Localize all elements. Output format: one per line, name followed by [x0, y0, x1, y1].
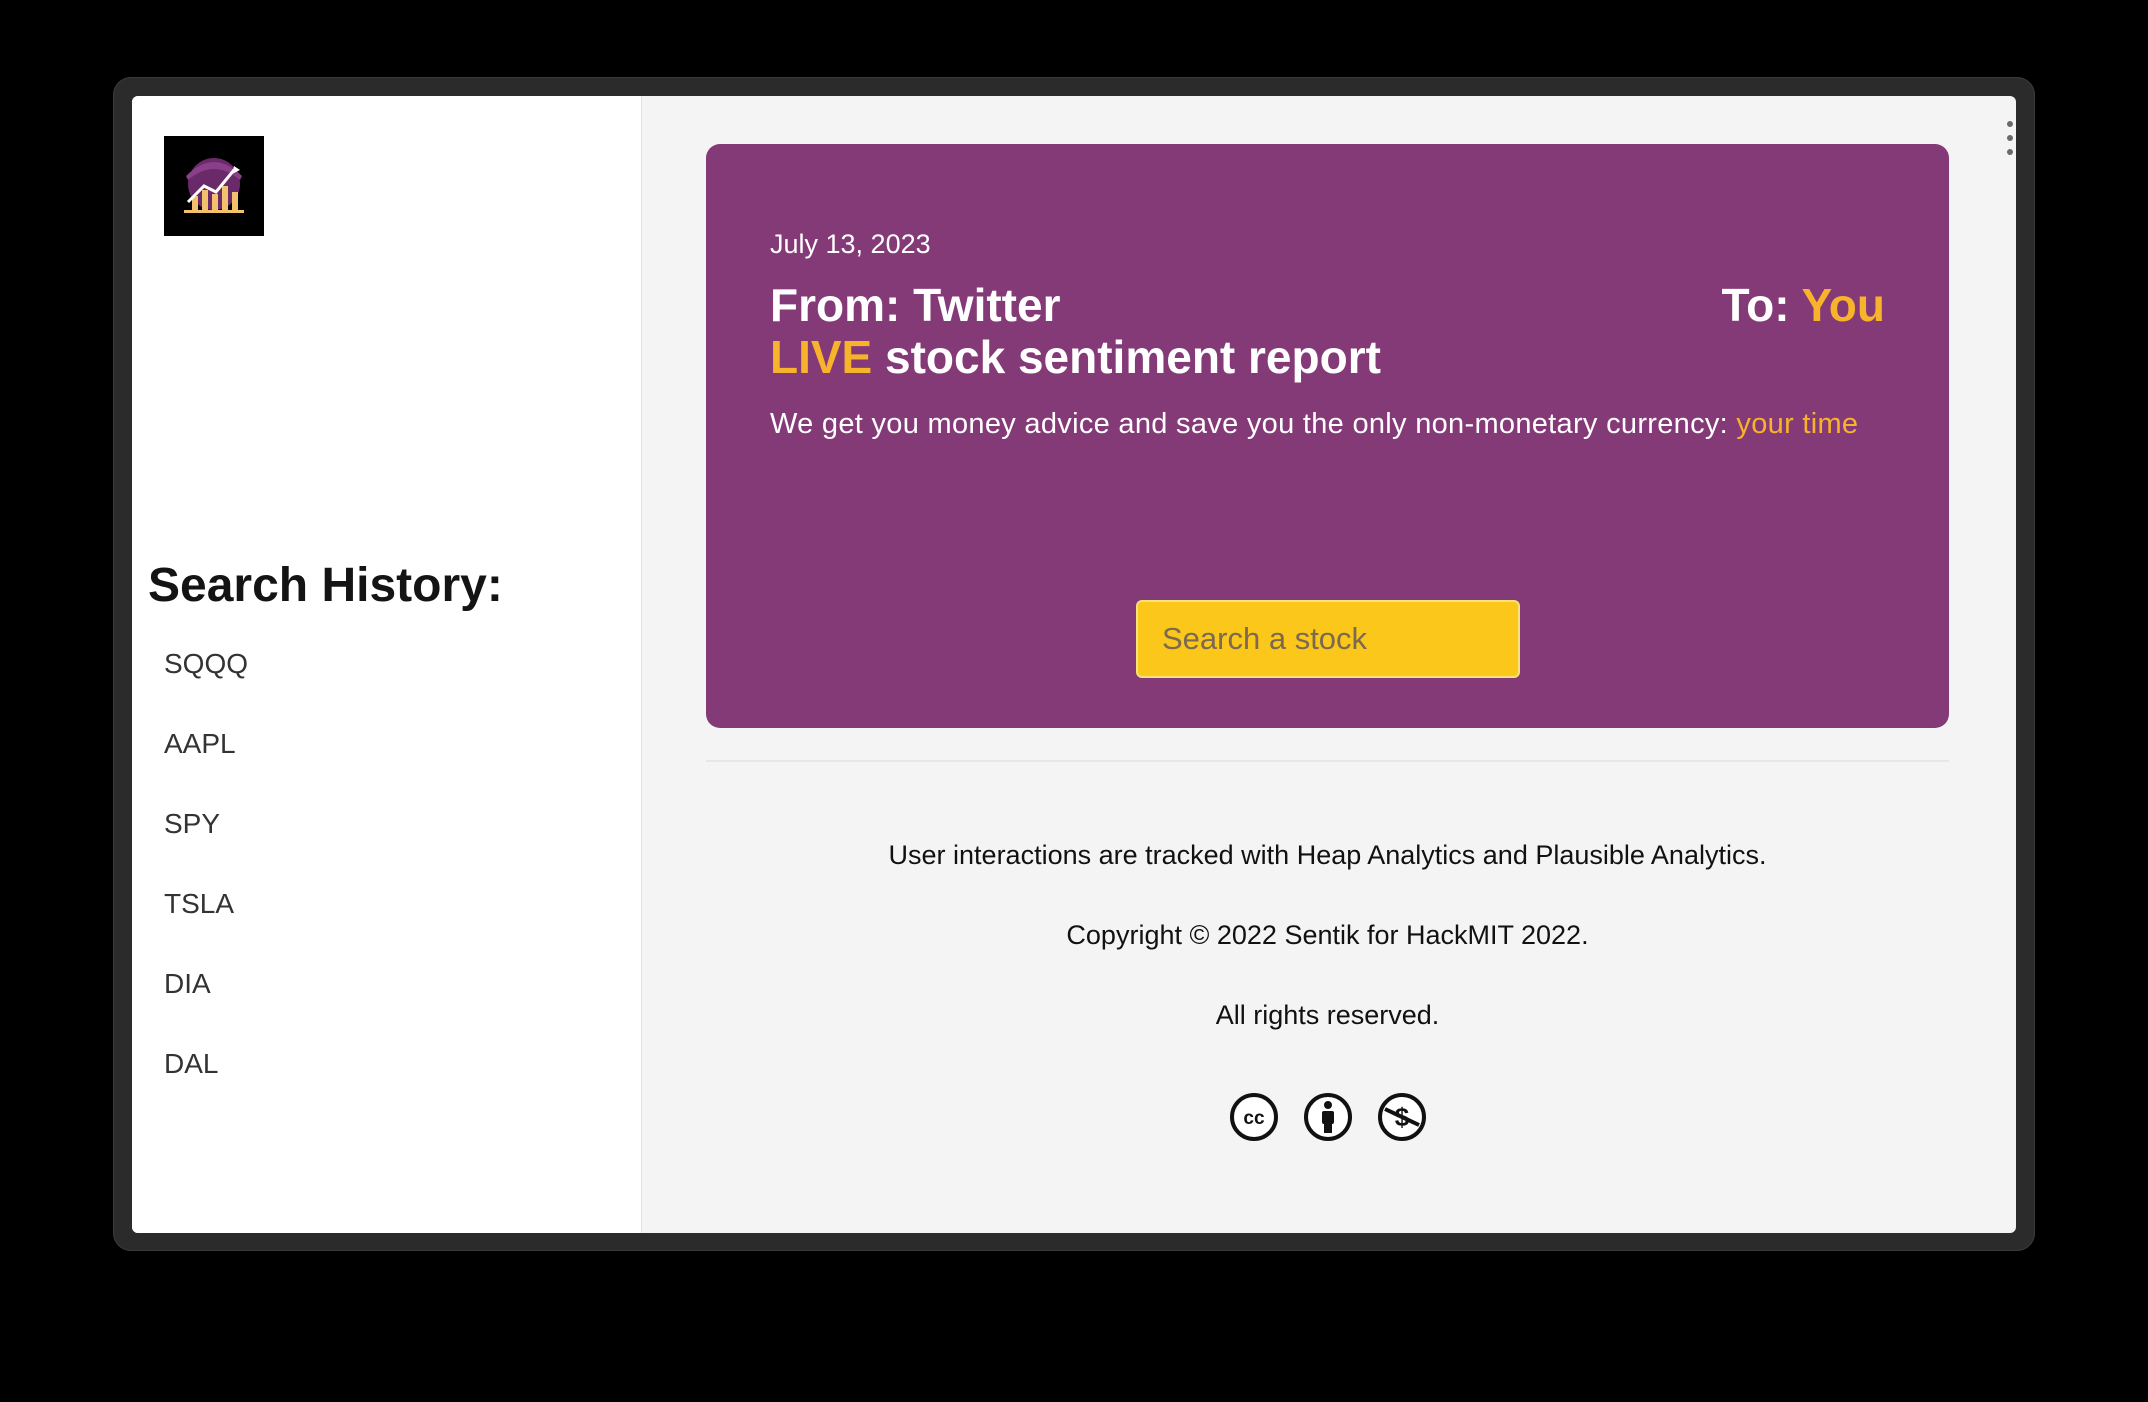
- tracking-notice: User interactions are tracked with Heap …: [888, 840, 1767, 870]
- stock-search-input[interactable]: [1136, 600, 1520, 678]
- history-item[interactable]: TSLA: [164, 884, 248, 964]
- search-history-title: Search History:: [148, 559, 503, 612]
- history-item[interactable]: DAL: [164, 1044, 248, 1124]
- scrollbar-handle[interactable]: [2006, 121, 2014, 155]
- cc-icon[interactable]: cc: [1229, 1092, 1279, 1142]
- copyright-text: Copyright © 2022 Sentik for HackMIT 2022…: [1066, 920, 1589, 950]
- app-window: Search History: SQQQ AAPL SPY TSLA DIA D…: [113, 77, 2035, 1251]
- history-item[interactable]: AAPL: [164, 724, 248, 804]
- report-title: LIVE stock sentiment report: [770, 330, 1381, 384]
- history-item[interactable]: DIA: [164, 964, 248, 1044]
- svg-text:cc: cc: [1243, 1108, 1265, 1129]
- tagline: We get you money advice and save you the…: [770, 408, 1858, 441]
- report-title-rest: stock sentiment report: [872, 331, 1381, 383]
- to-label: To: You: [1721, 278, 1885, 332]
- live-word: LIVE: [770, 331, 873, 383]
- noncommercial-icon[interactable]: $: [1377, 1092, 1427, 1142]
- rights-text: All rights reserved.: [1215, 1000, 1440, 1030]
- tagline-accent: your time: [1736, 408, 1859, 440]
- search-history-list: SQQQ AAPL SPY TSLA DIA DAL: [164, 644, 248, 1124]
- main-content: July 13, 2023 From: Twitter To: You LIVE…: [642, 96, 2016, 1233]
- license-icons: cc $: [706, 1092, 1949, 1142]
- to-value: You: [1801, 279, 1885, 331]
- from-label: From: Twitter: [770, 279, 1061, 331]
- history-item[interactable]: SPY: [164, 804, 248, 884]
- tagline-text: We get you money advice and save you the…: [770, 408, 1737, 440]
- hero-banner: July 13, 2023 From: Twitter To: You LIVE…: [706, 144, 1949, 728]
- attribution-icon[interactable]: [1303, 1092, 1353, 1142]
- history-item[interactable]: SQQQ: [164, 644, 248, 724]
- divider: [706, 760, 1949, 762]
- page-viewport: Search History: SQQQ AAPL SPY TSLA DIA D…: [132, 96, 2016, 1233]
- sidebar: Search History: SQQQ AAPL SPY TSLA DIA D…: [132, 96, 642, 1233]
- to-prefix: To:: [1721, 279, 1802, 331]
- report-date: July 13, 2023: [770, 229, 931, 259]
- sentik-logo-icon[interactable]: [164, 136, 264, 236]
